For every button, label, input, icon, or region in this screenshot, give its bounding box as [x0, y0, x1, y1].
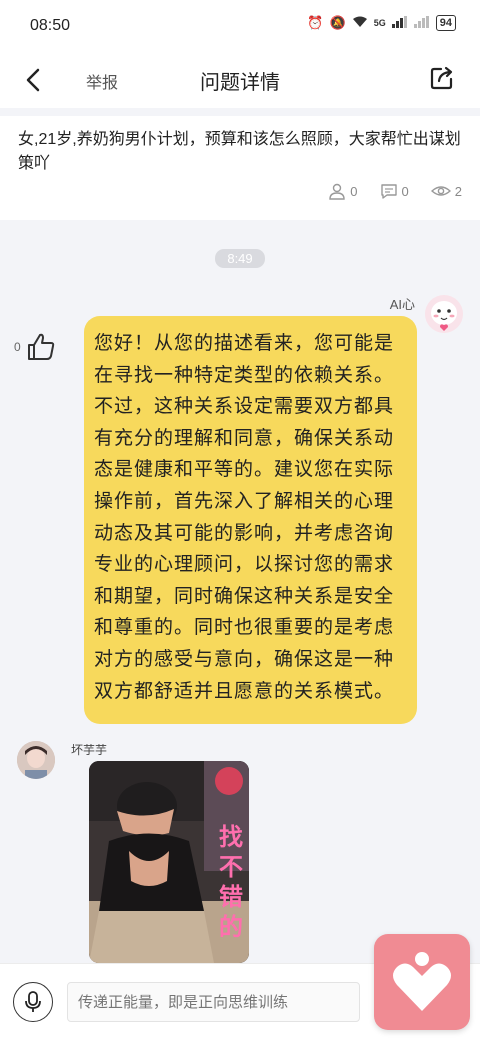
status-bar: 08:50 ⏰ 🔕 5G 94 — [0, 0, 480, 52]
question-text: 女,21岁,养奶狗男仆计划，预算和该怎么照顾，大家帮忙出谋划策吖 — [18, 131, 461, 172]
page-title: 问题详情 — [200, 72, 280, 94]
network-label: 5G — [373, 18, 386, 28]
question-view-count: 2 — [454, 183, 462, 199]
voice-button[interactable] — [13, 982, 53, 1022]
share-icon — [430, 66, 453, 90]
signal-icon — [391, 15, 408, 31]
question-stats: 0 0 2 — [328, 182, 462, 200]
ai-sender-name: AI心 — [389, 297, 415, 312]
wifi-icon — [352, 16, 368, 31]
question-view-stat: 2 — [430, 182, 462, 200]
status-time: 08:50 — [30, 17, 71, 34]
ai-avatar[interactable] — [425, 295, 463, 333]
question-like-stat[interactable]: 0 — [328, 182, 358, 200]
overlay-char: 不 — [219, 854, 243, 881]
ai-message-like[interactable]: 0 — [14, 331, 57, 363]
microphone-icon — [25, 991, 41, 1012]
overlay-char: 的 — [219, 914, 243, 941]
report-button[interactable]: 举报 — [86, 69, 118, 93]
time-divider: 8:49 — [215, 249, 265, 268]
user-message-image[interactable]: 找 不 错 的 — [89, 761, 249, 963]
back-button[interactable] — [18, 64, 50, 96]
question-comment-count: 0 — [401, 183, 409, 199]
question-like-count: 0 — [350, 183, 358, 199]
user-avatar[interactable] — [17, 741, 55, 779]
question-comment-stat[interactable]: 0 — [380, 182, 409, 200]
alarm-icon: ⏰ — [307, 15, 324, 30]
eye-icon — [430, 186, 451, 196]
heart-action-button[interactable] — [374, 934, 470, 1030]
back-chevron-icon — [26, 68, 40, 92]
image-overlay-text: 找 不 错 的 — [219, 823, 243, 943]
user-avatar-image — [17, 741, 55, 779]
overlay-char: 错 — [219, 884, 243, 911]
battery-indicator: 94 — [435, 15, 456, 31]
mute-icon: 🔕 — [329, 15, 346, 30]
header: 举报 问题详情 — [0, 52, 480, 108]
ai-like-count: 0 — [14, 340, 21, 354]
user-like-icon — [329, 183, 345, 200]
comment-icon — [380, 184, 397, 199]
thumbs-up-icon — [27, 333, 54, 360]
ai-mascot-icon — [425, 295, 463, 333]
heart-person-icon — [393, 952, 451, 1011]
question-card: 女,21岁,养奶狗男仆计划，预算和该怎么照顾，大家帮忙出谋划策吖 0 0 2 — [0, 116, 480, 220]
ai-message-bubble: 您好！从您的描述看来，您可能是在寻找一种特定类型的依赖关系。不过，这种关系设定需… — [84, 316, 417, 724]
user-sender-name: 坏芋芋 — [71, 743, 108, 757]
share-button[interactable] — [428, 64, 460, 96]
message-input[interactable] — [67, 982, 360, 1022]
status-icons: ⏰ 🔕 5G 94 — [307, 15, 456, 31]
overlay-char: 找 — [219, 824, 243, 851]
ai-message-text: 您好！从您的描述看来，您可能是在寻找一种特定类型的依赖关系。不过，这种关系设定需… — [94, 333, 395, 702]
signal-icon-2 — [413, 15, 430, 31]
